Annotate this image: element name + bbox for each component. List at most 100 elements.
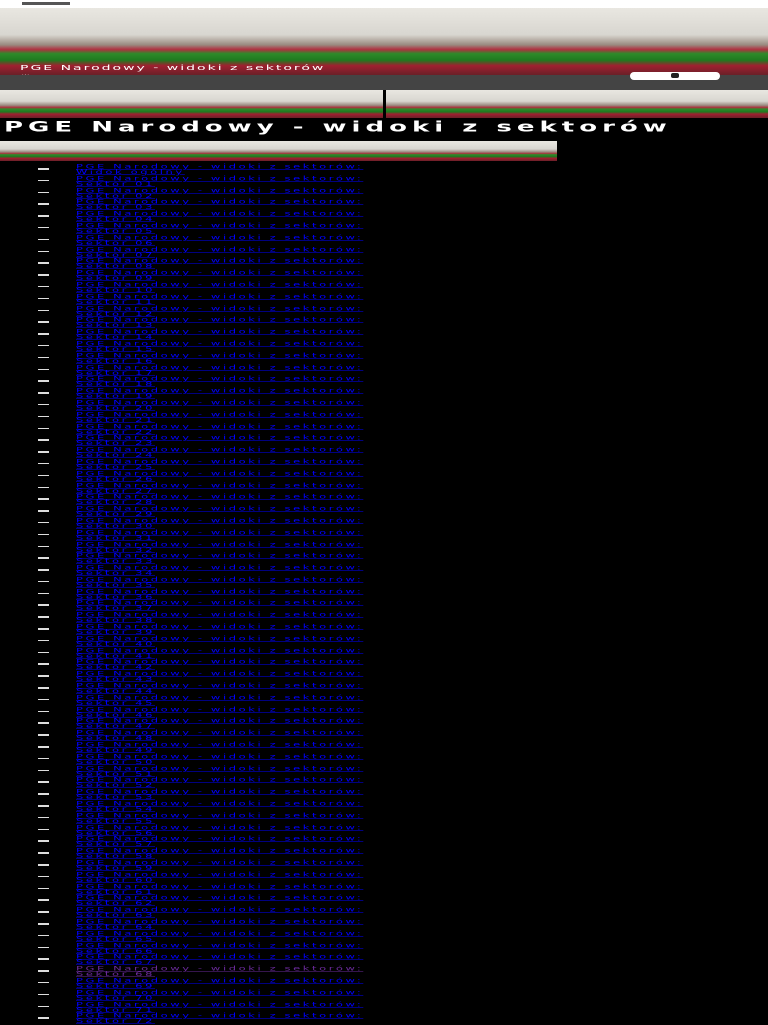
sector-link[interactable]: PGE Narodowy - widoki z sektorów: Sektor …	[76, 246, 363, 258]
sector-link[interactable]: PGE Narodowy - widoki z sektorów: Sektor …	[76, 234, 363, 246]
sector-link[interactable]: PGE Narodowy - widoki z sektorów: Sektor …	[76, 223, 363, 234]
sector-link[interactable]: PGE Narodowy - widoki z sektorów: Sektor …	[76, 624, 363, 635]
sector-link[interactable]: PGE Narodowy - widoki z sektorów: Sektor …	[76, 895, 363, 906]
sector-link[interactable]: PGE Narodowy - widoki z sektorów: Sektor …	[76, 966, 363, 977]
sector-link[interactable]: PGE Narodowy - widoki z sektorów: Sektor …	[76, 282, 363, 293]
sector-link[interactable]: PGE Narodowy - widoki z sektorów: Sektor …	[76, 753, 363, 765]
sector-link[interactable]: PGE Narodowy - widoki z sektorów: Sektor …	[76, 812, 363, 824]
sector-link[interactable]: PGE Narodowy - widoki z sektorów: Sektor …	[76, 364, 363, 376]
sector-link[interactable]: PGE Narodowy - widoki z sektorów: Sektor …	[76, 352, 363, 364]
sector-link[interactable]: PGE Narodowy - widoki z sektorów: Sektor …	[76, 1001, 363, 1013]
sector-link[interactable]: PGE Narodowy - widoki z sektorów: Sektor …	[76, 978, 363, 989]
bullet-icon	[38, 439, 49, 441]
bullet-icon	[38, 592, 49, 595]
sector-link[interactable]: PGE Narodowy - widoki z sektorów: Sektor …	[76, 447, 363, 458]
sector-link[interactable]: PGE Narodowy - widoki z sektorów: Sektor …	[76, 907, 363, 918]
list-item: PGE Narodowy - widoki z sektorów: Sektor …	[0, 978, 768, 990]
sector-link[interactable]: PGE Narodowy - widoki z sektorów: Sektor …	[76, 659, 363, 670]
sector-link[interactable]: PGE Narodowy - widoki z sektorów: Sektor …	[76, 742, 363, 753]
sector-link[interactable]: PGE Narodowy - widoki z sektorów: Sektor …	[76, 824, 363, 836]
bullet-icon	[38, 781, 49, 783]
bullet-icon	[38, 816, 49, 819]
sector-link[interactable]: PGE Narodowy - widoki z sektorów: Widok o…	[76, 164, 363, 175]
sector-link[interactable]: PGE Narodowy - widoki z sektorów: Sektor …	[76, 388, 363, 399]
sector-link[interactable]: PGE Narodowy - widoki z sektorów: Sektor …	[76, 600, 363, 611]
sector-link[interactable]: PGE Narodowy - widoki z sektorów: Sektor …	[76, 612, 363, 623]
sector-link[interactable]: PGE Narodowy - widoki z sektorów: Sektor …	[76, 836, 363, 847]
sector-link[interactable]: PGE Narodowy - widoki z sektorów: Sektor …	[76, 789, 363, 800]
sector-link[interactable]: PGE Narodowy - widoki z sektorów: Sektor …	[76, 541, 363, 553]
sector-link[interactable]: PGE Narodowy - widoki z sektorów: Sektor …	[76, 305, 363, 317]
bullet-icon	[38, 498, 49, 500]
sector-link[interactable]: PGE Narodowy - widoki z sektorów: Sektor …	[76, 435, 363, 446]
sector-link[interactable]: PGE Narodowy - widoki z sektorów: Sektor …	[76, 694, 363, 706]
list-item: PGE Narodowy - widoki z sektorów: Sektor …	[0, 411, 768, 424]
bullet-icon	[38, 262, 49, 264]
sector-link[interactable]: PGE Narodowy - widoki z sektorów: Sektor …	[76, 482, 363, 494]
list-item: PGE Narodowy - widoki z sektorów: Sektor …	[0, 352, 768, 365]
sector-link[interactable]: PGE Narodowy - widoki z sektorów: Sektor …	[76, 718, 363, 729]
sector-link[interactable]: PGE Narodowy - widoki z sektorów: Sektor …	[76, 942, 363, 954]
thumbnail-2[interactable]	[386, 90, 768, 118]
bullet-icon	[38, 356, 49, 359]
sector-link[interactable]: PGE Narodowy - widoki z sektorów: Sektor …	[76, 777, 363, 788]
sector-link[interactable]: PGE Narodowy - widoki z sektorów: Sektor …	[76, 175, 363, 187]
download-button[interactable]	[630, 72, 720, 80]
sector-link[interactable]: PGE Narodowy - widoki z sektorów: Sektor …	[76, 423, 363, 435]
list-item: PGE Narodowy - widoki z sektorów: Sektor …	[0, 871, 768, 884]
sector-link[interactable]: PGE Narodowy - widoki z sektorów: Sektor …	[76, 919, 363, 930]
sector-link[interactable]: PGE Narodowy - widoki z sektorów: Sektor …	[76, 671, 363, 682]
sector-link[interactable]: PGE Narodowy - widoki z sektorów: Sektor …	[76, 565, 363, 576]
sector-link[interactable]: PGE Narodowy - widoki z sektorów: Sektor …	[76, 848, 363, 859]
sector-link[interactable]: PGE Narodowy - widoki z sektorów: Sektor …	[76, 577, 363, 588]
sector-link[interactable]: PGE Narodowy - widoki z sektorów: Sektor …	[76, 883, 363, 895]
sector-link[interactable]: PGE Narodowy - widoki z sektorów: Sektor …	[76, 765, 363, 777]
bullet-icon	[38, 852, 49, 854]
sector-link[interactable]: PGE Narodowy - widoki z sektorów: Sektor …	[76, 636, 363, 647]
tab-indicator[interactable]	[22, 2, 70, 5]
sector-link[interactable]: PGE Narodowy - widoki z sektorów: Sektor …	[76, 329, 363, 340]
sector-link[interactable]: PGE Narodowy - widoki z sektorów: Sektor …	[76, 187, 363, 199]
sector-link[interactable]: PGE Narodowy - widoki z sektorów: Sektor …	[76, 258, 363, 269]
bullet-icon	[38, 934, 49, 937]
sector-link[interactable]: PGE Narodowy - widoki z sektorów: Sektor …	[76, 317, 363, 328]
sector-link[interactable]: PGE Narodowy - widoki z sektorów: Sektor …	[76, 293, 363, 306]
sector-link[interactable]: PGE Narodowy - widoki z sektorów: Sektor …	[76, 199, 363, 210]
bullet-icon	[38, 639, 49, 642]
download-icon	[671, 73, 679, 78]
sector-link[interactable]: PGE Narodowy - widoki z sektorów: Sektor …	[76, 529, 363, 541]
sector-link[interactable]: PGE Narodowy - widoki z sektorów: Sektor …	[76, 376, 363, 387]
sector-link[interactable]: PGE Narodowy - widoki z sektorów: Sektor …	[76, 930, 363, 942]
sector-link[interactable]: PGE Narodowy - widoki z sektorów: Sektor …	[76, 400, 363, 411]
sector-link[interactable]: PGE Narodowy - widoki z sektorów: Sektor …	[76, 211, 363, 222]
sector-link[interactable]: PGE Narodowy - widoki z sektorów: Sektor …	[76, 459, 363, 470]
sector-link[interactable]: PGE Narodowy - widoki z sektorów: Sektor …	[76, 494, 363, 505]
sector-link[interactable]: PGE Narodowy - widoki z sektorów: Sektor …	[76, 706, 363, 718]
sector-link[interactable]: PGE Narodowy - widoki z sektorów: Sektor …	[76, 683, 363, 694]
sector-link[interactable]: PGE Narodowy - widoki z sektorów: Sektor …	[76, 470, 363, 482]
sector-link[interactable]: PGE Narodowy - widoki z sektorów: Sektor …	[76, 553, 363, 564]
list-item: PGE Narodowy - widoki z sektorów: Sektor …	[0, 175, 768, 188]
bullet-icon	[38, 415, 49, 418]
bullet-icon	[38, 510, 49, 512]
sector-link[interactable]: PGE Narodowy - widoki z sektorów: Sektor …	[76, 506, 363, 517]
sector-link[interactable]: PGE Narodowy - widoki z sektorów: Sektor …	[76, 1013, 363, 1024]
sector-link[interactable]: PGE Narodowy - widoki z sektorów: Sektor …	[76, 411, 363, 423]
stadium-image	[0, 141, 557, 161]
bullet-icon	[38, 557, 49, 559]
sector-link[interactable]: PGE Narodowy - widoki z sektorów: Sektor …	[76, 954, 363, 965]
sector-link[interactable]: PGE Narodowy - widoki z sektorów: Sektor …	[76, 801, 363, 812]
sector-link[interactable]: PGE Narodowy - widoki z sektorów: Sektor …	[76, 341, 363, 352]
link-label: Sektor 11	[76, 298, 155, 306]
bullet-icon	[38, 569, 49, 571]
sector-link[interactable]: PGE Narodowy - widoki z sektorów: Sektor …	[76, 518, 363, 529]
bullet-icon	[38, 309, 49, 312]
thumbnail-1[interactable]	[0, 90, 383, 118]
sector-link[interactable]: PGE Narodowy - widoki z sektorów: Sektor …	[76, 860, 363, 871]
bullet-icon	[38, 698, 49, 701]
list-item: PGE Narodowy - widoki z sektorów: Sektor …	[0, 282, 768, 294]
sector-link[interactable]: PGE Narodowy - widoki z sektorów: Sektor …	[76, 270, 363, 281]
sector-link[interactable]: PGE Narodowy - widoki z sektorów: Sektor …	[76, 989, 363, 1001]
sector-link[interactable]: PGE Narodowy - widoki z sektorów: Sektor …	[76, 730, 363, 741]
sector-link[interactable]: PGE Narodowy - widoki z sektorów: Sektor …	[76, 871, 363, 883]
